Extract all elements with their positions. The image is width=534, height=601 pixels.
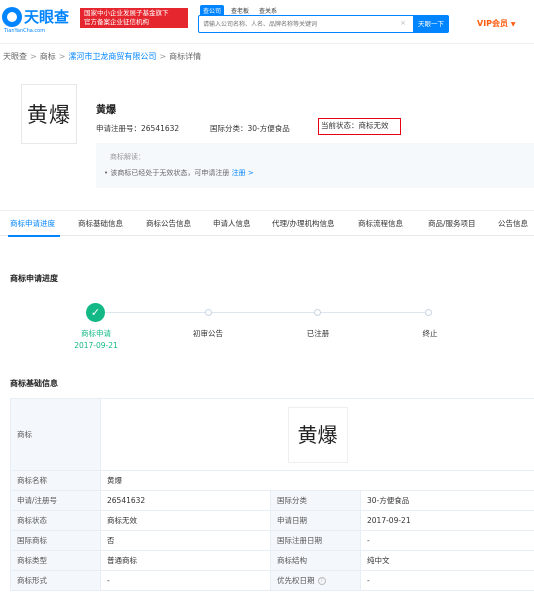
breadcrumb: 天眼查 > 商标 > 漯河市卫龙商贸有限公司 > 商标详情 xyxy=(3,51,201,62)
search-box: × xyxy=(198,15,415,33)
table-value: - xyxy=(359,530,534,551)
tab-applicant-info[interactable]: 申请人信息 xyxy=(213,218,251,229)
current-status: 当前状态：商标无效 xyxy=(318,118,401,135)
banner-line-1: 国家中小企业发展子基金旗下 xyxy=(84,9,169,17)
table-row: 商标状态 商标无效 申请日期 2017-09-21 xyxy=(10,510,534,531)
breadcrumb-separator: > xyxy=(58,52,66,61)
logo-icon xyxy=(2,7,22,27)
breadcrumb-home[interactable]: 天眼查 xyxy=(3,52,27,61)
register-link[interactable]: 注册 > xyxy=(232,169,254,177)
table-key: 商标名称 xyxy=(10,470,101,491)
step-label-terminated: 终止 xyxy=(422,329,438,338)
table-image-cell: 黄爆 xyxy=(99,398,534,471)
breadcrumb-trademark[interactable]: 商标 xyxy=(40,52,56,61)
table-key: 国际分类 xyxy=(270,490,361,511)
trademark-large-image[interactable]: 黄爆 xyxy=(287,406,348,463)
step-dot-preliminary xyxy=(205,309,212,316)
active-tab-indicator xyxy=(8,235,60,237)
table-key: 商标形式 xyxy=(10,570,101,591)
tab-goods-services[interactable]: 商品/服务项目 xyxy=(428,218,476,229)
top-header: 天眼查 TianYanCha.com 国家中小企业发展子基金旗下 官方备案企业征… xyxy=(0,0,534,44)
table-key: 申请日期 xyxy=(270,510,361,531)
tab-notice-info[interactable]: 公告信息 xyxy=(498,218,528,229)
help-icon[interactable]: ? xyxy=(317,577,326,585)
table-value: - xyxy=(100,570,271,591)
official-banner[interactable]: 国家中小企业发展子基金旗下 官方备案企业征信机构 xyxy=(80,8,188,28)
step-label-preliminary: 初审公告 xyxy=(193,329,223,338)
table-key: 商标结构 xyxy=(270,550,361,571)
table-value: 2017-09-21 xyxy=(359,510,534,531)
table-key: 国际商标 xyxy=(10,530,101,551)
tab-announcement-info[interactable]: 商标公告信息 xyxy=(146,218,191,229)
step-label-registered: 已注册 xyxy=(306,329,330,338)
table-value: 纯中文 xyxy=(359,550,534,571)
table-key: 商标类型 xyxy=(10,550,101,571)
logo-text: 天眼查 xyxy=(24,8,70,26)
table-row: 申请/注册号 26541632 国际分类 30-方便食品 xyxy=(10,490,534,511)
tab-process-info[interactable]: 商标流程信息 xyxy=(358,218,403,229)
trademark-image-text: 黄爆 xyxy=(27,103,71,127)
registration-number: 申请注册号：26541632 xyxy=(96,124,180,133)
interpretation-body: • 该商标已经处于无效状态，可申请注册 xyxy=(104,169,230,177)
breadcrumb-separator: > xyxy=(30,52,37,61)
search-input[interactable] xyxy=(201,17,393,31)
tianyancha-logo[interactable]: 天眼查 TianYanCha.com xyxy=(2,6,78,36)
table-key: 申请/注册号 xyxy=(10,490,101,511)
tab-basic-info[interactable]: 商标基础信息 xyxy=(78,218,123,229)
table-value: 30-方便食品 xyxy=(359,490,534,511)
table-key: 国际注册日期 xyxy=(270,530,361,551)
trademark-image[interactable]: 黄爆 xyxy=(21,84,77,144)
trademark-name: 黄爆 xyxy=(96,105,116,116)
tab-agency-info[interactable]: 代理/办理机构信息 xyxy=(272,218,335,229)
international-class: 国际分类：30-方便食品 xyxy=(210,124,290,133)
table-row: 商标类型 普通商标 商标结构 纯中文 xyxy=(10,550,534,571)
trademark-interpretation: 商标解读： • 该商标已经处于无效状态，可申请注册 注册 > xyxy=(96,143,534,188)
banner-line-2: 官方备案企业征信机构 xyxy=(84,18,149,26)
table-value: - xyxy=(359,570,534,591)
table-row: 商标形式 - 优先权日期? - xyxy=(10,570,534,591)
table-value: 否 xyxy=(100,530,271,551)
basic-info-section-title: 商标基础信息 xyxy=(10,379,58,388)
clear-icon[interactable]: × xyxy=(400,19,406,27)
breadcrumb-separator: > xyxy=(159,52,167,61)
interpretation-title: 商标解读： xyxy=(110,153,145,161)
table-row: 商标名称 黄爆 xyxy=(10,470,534,491)
tab-application-progress[interactable]: 商标申请进度 xyxy=(10,218,55,229)
table-value: 商标无效 xyxy=(100,510,271,531)
vip-label: VIP会员 xyxy=(477,19,509,28)
step-dot-terminated xyxy=(425,309,432,316)
detail-tabs: 商标申请进度 商标基础信息 商标公告信息 申请人信息 代理/办理机构信息 商标流… xyxy=(0,210,534,237)
step-dot-registered xyxy=(314,309,321,316)
progress-track xyxy=(105,312,429,313)
interpretation-text: • 该商标已经处于无效状态，可申请注册 注册 > xyxy=(104,168,254,178)
logo-subtext: TianYanCha.com xyxy=(4,28,46,34)
table-row: 商标 黄爆 xyxy=(10,398,534,471)
priority-date-label: 优先权日期 xyxy=(277,576,315,585)
table-value: 黄爆 xyxy=(99,470,534,491)
vip-menu[interactable]: VIP会员 ▼ xyxy=(477,18,515,29)
search-button[interactable]: 天眼一下 xyxy=(413,15,449,33)
table-value: 普通商标 xyxy=(100,550,271,571)
table-key-with-help: 优先权日期? xyxy=(270,570,361,591)
breadcrumb-current: 商标详情 xyxy=(169,52,202,61)
table-row: 国际商标 否 国际注册日期 - xyxy=(10,530,534,551)
breadcrumb-company[interactable]: 漯河市卫龙商贸有限公司 xyxy=(68,52,156,61)
basic-info-table: 商标 黄爆 商标名称 黄爆 申请/注册号 26541632 国际分类 30-方便… xyxy=(10,398,534,591)
table-key: 商标 xyxy=(10,398,101,471)
step-date-application: 2017-09-21 xyxy=(74,341,118,350)
caret-down-icon: ▼ xyxy=(510,21,516,28)
table-value: 26541632 xyxy=(100,490,271,511)
progress-section-title: 商标申请进度 xyxy=(10,274,58,283)
step-label-application: 商标申请 xyxy=(81,329,111,338)
table-key: 商标状态 xyxy=(10,510,101,531)
check-icon: ✓ xyxy=(86,303,105,322)
